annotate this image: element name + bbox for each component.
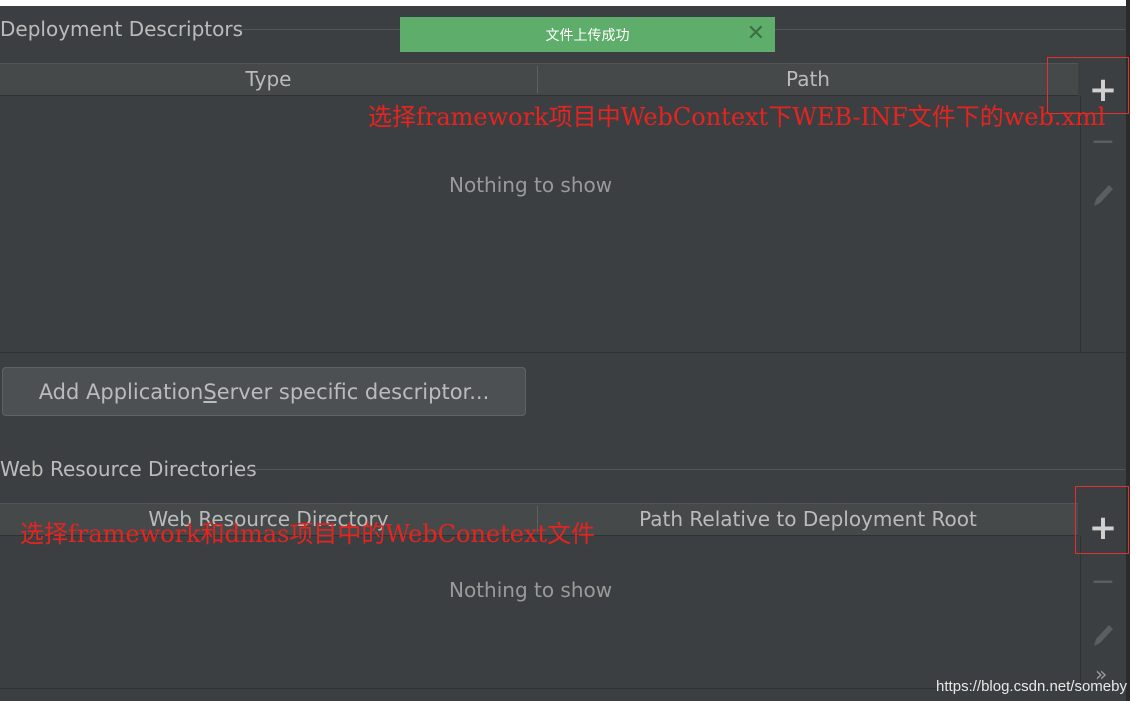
web-resource-directories-title: Web Resource Directories <box>0 457 257 481</box>
section-divider <box>0 352 1125 353</box>
button-label-part: erver specific descriptor... <box>216 379 490 404</box>
add-app-server-descriptor-button[interactable]: Add Application Server specific descript… <box>2 367 526 416</box>
window-edge-outer <box>1130 0 1139 701</box>
upload-success-toast: 文件上传成功 ✕ <box>400 17 775 52</box>
watermark: https://blog.csdn.net/someby <box>936 678 1127 695</box>
remove-resource-button[interactable]: − <box>1083 564 1123 599</box>
top-border <box>0 0 1139 6</box>
toolbar-separator <box>1080 96 1081 353</box>
table-header: Type Path <box>0 63 1078 96</box>
button-label-part: Add Application <box>38 379 204 404</box>
highlight-add-resource <box>1075 486 1129 554</box>
annotation-resource-hint: 选择framework和dmas项目中的WebConetext文件 <box>20 520 596 548</box>
edit-descriptor-button[interactable] <box>1083 180 1123 210</box>
toast-message: 文件上传成功 <box>545 27 630 44</box>
edit-resource-button[interactable] <box>1083 620 1123 650</box>
column-path[interactable]: Path <box>538 64 1078 95</box>
column-type[interactable]: Type <box>0 64 537 95</box>
pencil-icon <box>1094 185 1113 206</box>
section-separator <box>248 469 1125 470</box>
annotation-descriptor-hint: 选择framework项目中WebContext下WEB-INF文件下的web.… <box>368 103 1106 131</box>
column-path-relative[interactable]: Path Relative to Deployment Root <box>538 504 1078 535</box>
deployment-descriptors-title: Deployment Descriptors <box>0 17 244 41</box>
close-icon[interactable]: ✕ <box>747 21 765 46</box>
empty-state: Nothing to show <box>449 173 613 197</box>
pencil-icon <box>1094 625 1113 646</box>
empty-state: Nothing to show <box>449 578 613 602</box>
toolbar-separator <box>1080 536 1081 689</box>
button-mnemonic: S <box>203 379 217 404</box>
